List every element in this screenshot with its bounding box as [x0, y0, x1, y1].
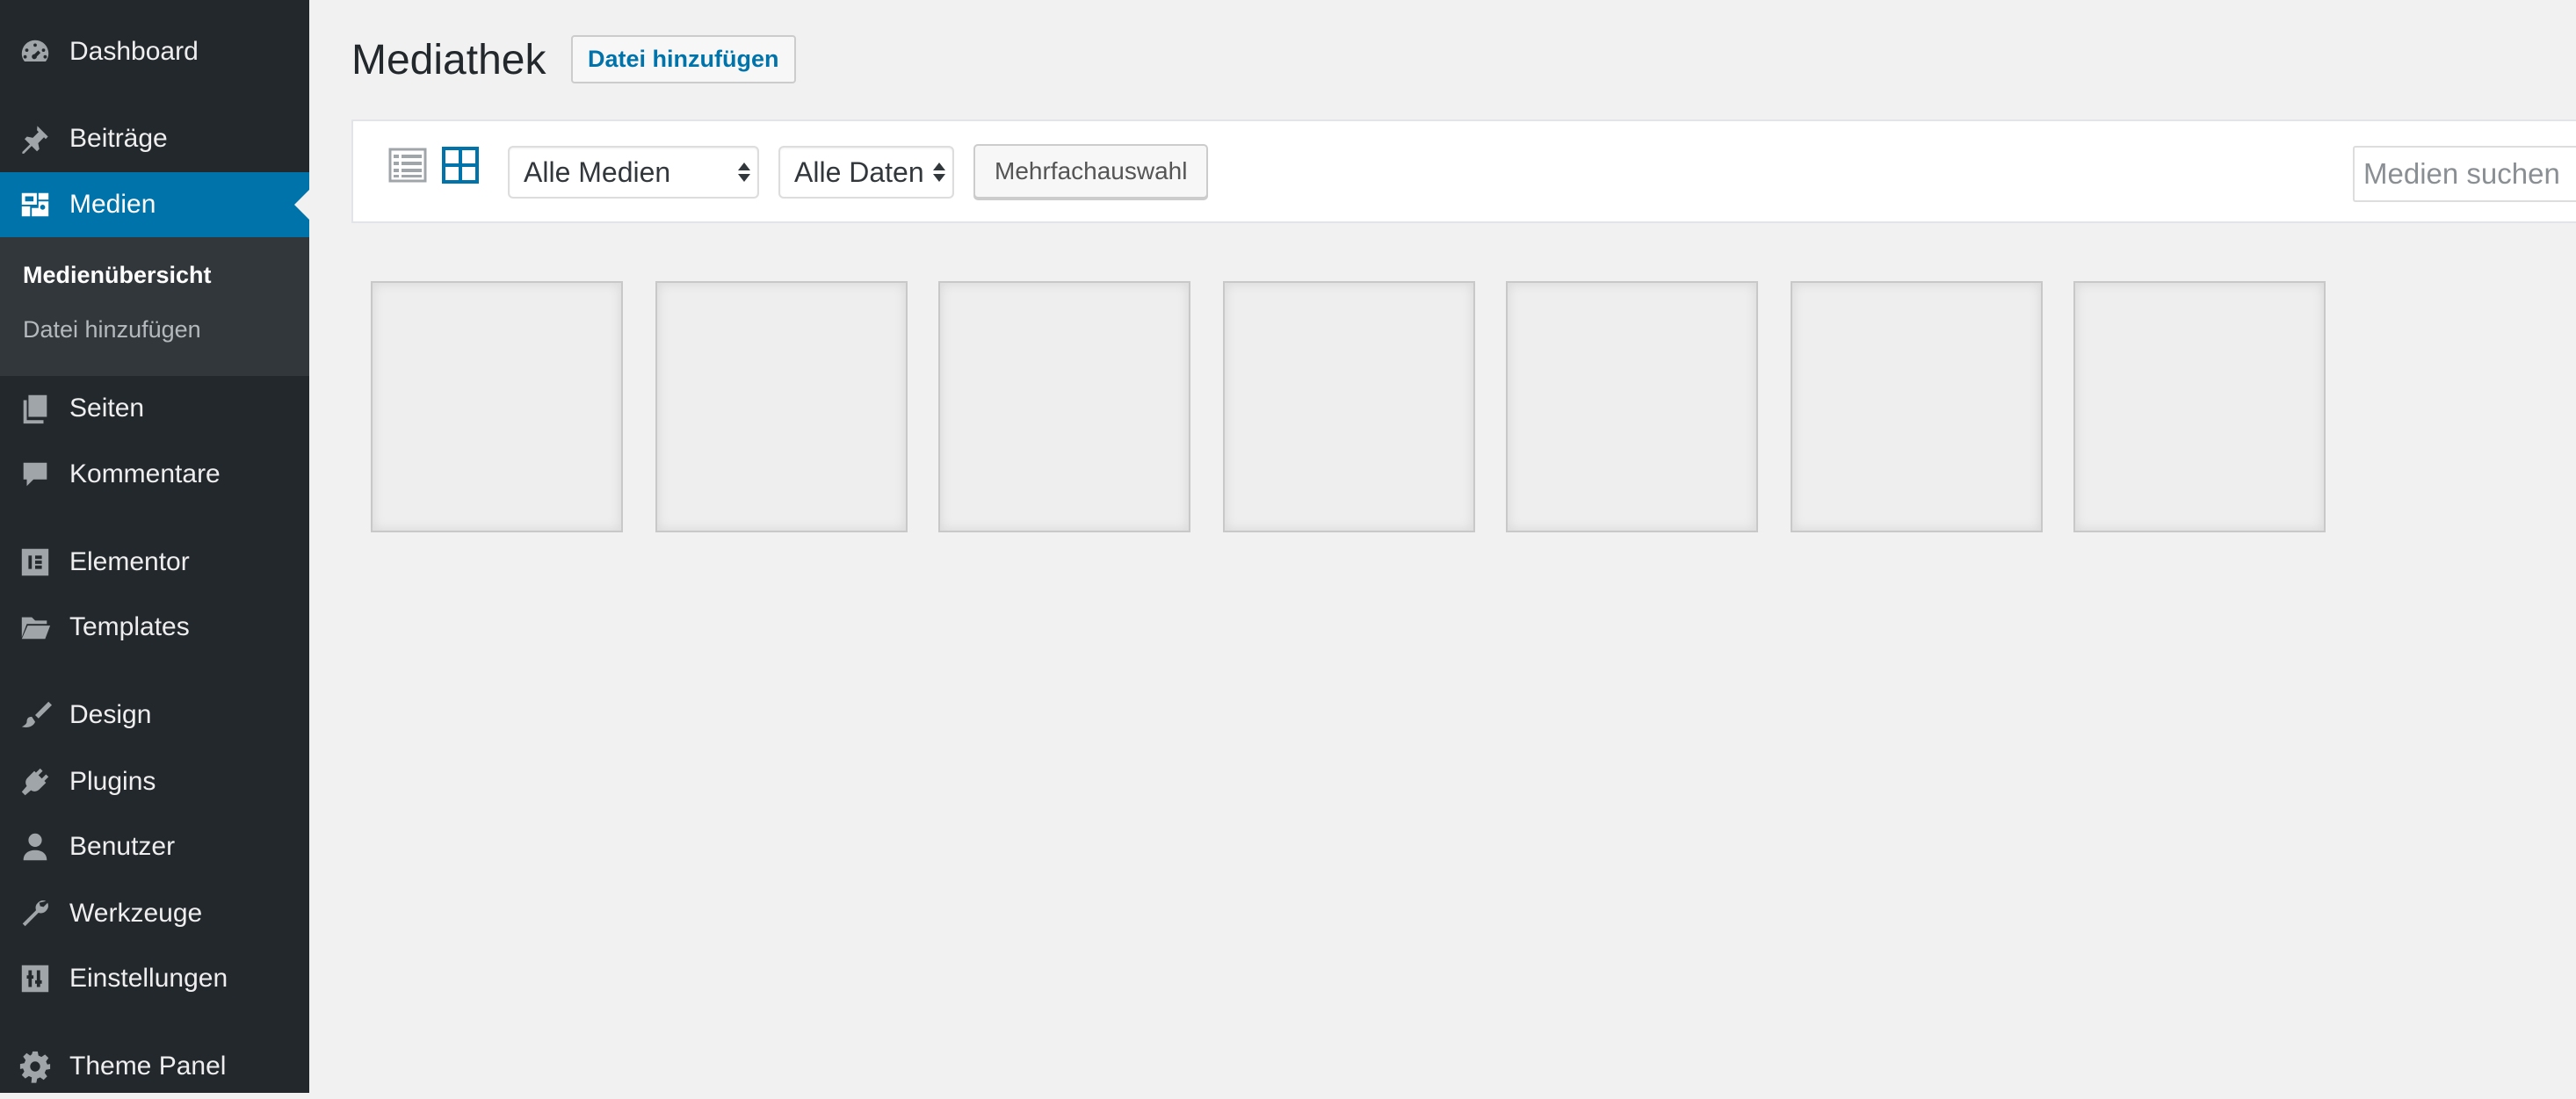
select-arrows-icon: [933, 163, 945, 182]
sidebar-item-label: Plugins: [69, 767, 156, 796]
brush-icon: [18, 698, 53, 733]
add-file-button[interactable]: Datei hinzufügen: [571, 35, 796, 83]
sidebar-item-posts[interactable]: Beiträge: [0, 106, 309, 171]
sidebar-item-media[interactable]: Medien: [0, 172, 309, 237]
plugin-icon: [18, 764, 53, 799]
sidebar-item-label: Werkzeuge: [69, 899, 203, 928]
wrench-icon: [18, 896, 53, 931]
sidebar-item-templates[interactable]: Templates: [0, 595, 309, 660]
sidebar-item-pages[interactable]: Seiten: [0, 376, 309, 441]
sidebar-item-theme-panel[interactable]: Theme Panel: [0, 1034, 309, 1099]
page-title: Mediathek: [351, 37, 546, 83]
media-toolbar: Alle Medien Alle Daten Mehrfachauswahl: [351, 119, 2576, 223]
media-type-filter-value: Alle Medien: [524, 155, 671, 188]
sidebar-item-label: Kommentare: [69, 459, 221, 488]
media-type-filter[interactable]: Alle Medien: [508, 146, 759, 199]
media-tile[interactable]: [1791, 281, 2043, 532]
submenu-item-add-file[interactable]: Datei hinzufügen: [23, 316, 201, 343]
media-icon: [18, 187, 53, 222]
sidebar-item-plugins[interactable]: Plugins: [0, 749, 309, 814]
sidebar-item-label: Elementor: [69, 547, 190, 576]
sidebar-item-label: Theme Panel: [69, 1052, 227, 1081]
media-tile[interactable]: [371, 281, 623, 532]
admin-sidebar: Dashboard Beiträge Medien Medienübersich…: [0, 0, 309, 1093]
sidebar-item-label: Design: [69, 700, 152, 729]
date-filter-value: Alle Daten: [794, 155, 924, 188]
user-icon: [18, 829, 53, 864]
date-filter[interactable]: Alle Daten: [778, 146, 954, 199]
media-tile[interactable]: [1223, 281, 1475, 532]
media-submenu: Medienübersicht Datei hinzufügen: [0, 237, 309, 376]
pages-icon: [18, 391, 53, 426]
pin-icon: [18, 121, 53, 156]
media-tile[interactable]: [938, 281, 1190, 532]
sidebar-item-dashboard[interactable]: Dashboard: [0, 19, 309, 84]
list-view-icon[interactable]: [388, 146, 427, 184]
bulk-select-button[interactable]: Mehrfachauswahl: [973, 144, 1209, 199]
media-search-input[interactable]: [2353, 146, 2576, 202]
sidebar-item-label: Dashboard: [69, 37, 199, 66]
gear-icon: [18, 1049, 53, 1084]
sidebar-item-users[interactable]: Benutzer: [0, 814, 309, 879]
submenu-item-media-overview[interactable]: Medienübersicht: [23, 262, 212, 289]
sidebar-item-label: Benutzer: [69, 832, 176, 861]
grid-view-icon[interactable]: [441, 146, 480, 184]
media-tile[interactable]: [655, 281, 908, 532]
select-arrows-icon: [738, 163, 750, 182]
sidebar-item-label: Templates: [69, 612, 190, 641]
sidebar-item-elementor[interactable]: Elementor: [0, 530, 309, 595]
media-tile[interactable]: [2073, 281, 2326, 532]
elementor-icon: [18, 545, 53, 580]
sidebar-item-settings[interactable]: Einstellungen: [0, 946, 309, 1011]
sidebar-item-label: Beiträge: [69, 124, 168, 153]
sidebar-item-label: Seiten: [69, 394, 145, 423]
sidebar-item-comments[interactable]: Kommentare: [0, 442, 309, 507]
folder-icon: [18, 610, 53, 645]
dashboard-icon: [18, 34, 53, 69]
settings-sliders-icon: [18, 961, 53, 996]
sidebar-item-label: Einstellungen: [69, 964, 228, 993]
media-tile[interactable]: [1506, 281, 1758, 532]
comment-icon: [18, 457, 53, 492]
sidebar-item-label: Medien: [69, 190, 156, 219]
sidebar-item-tools[interactable]: Werkzeuge: [0, 881, 309, 946]
sidebar-item-design[interactable]: Design: [0, 683, 309, 748]
